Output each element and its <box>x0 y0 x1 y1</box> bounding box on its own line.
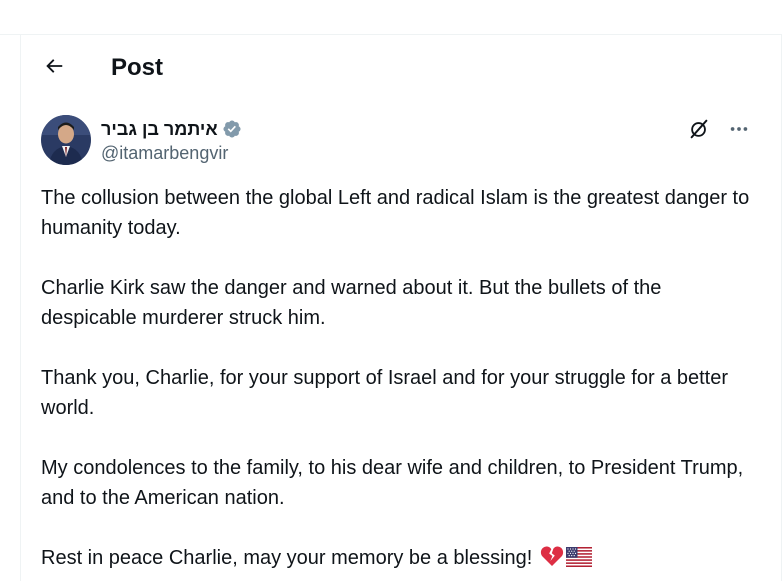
display-name[interactable]: איתמר בן גביר <box>101 119 218 140</box>
arrow-left-icon <box>43 55 65 82</box>
author-block: איתמר בן גביר @itamarbengvir <box>101 117 242 164</box>
grok-icon <box>688 118 710 145</box>
post-paragraph: Charlie Kirk saw the danger and warned a… <box>41 277 662 329</box>
more-button[interactable] <box>725 117 753 145</box>
author-handle[interactable]: @itamarbengvir <box>101 143 242 164</box>
top-bar <box>0 0 782 35</box>
main-column: Post איתמר בן גביר @itamarbengvir The co… <box>20 35 782 581</box>
us-flag-icon <box>565 546 592 576</box>
page-title: Post <box>111 54 164 81</box>
verified-badge-icon <box>222 119 242 139</box>
back-button[interactable] <box>37 51 71 85</box>
broken-heart-icon <box>540 545 564 576</box>
avatar[interactable] <box>41 115 91 165</box>
post-paragraph: The collusion between the global Left an… <box>41 187 750 239</box>
post-paragraph: My condolences to the family, to his dea… <box>41 457 744 509</box>
page-header: Post <box>21 35 781 101</box>
grok-button[interactable] <box>685 117 713 145</box>
post-body: The collusion between the global Left an… <box>41 183 757 576</box>
post-paragraph-last: Rest in peace Charlie, may your memory b… <box>41 543 757 576</box>
more-icon <box>728 118 750 145</box>
post-paragraph: Thank you, Charlie, for your support of … <box>41 367 729 419</box>
post-actions <box>685 117 753 145</box>
post-paragraph-text: Rest in peace Charlie, may your memory b… <box>41 547 533 569</box>
